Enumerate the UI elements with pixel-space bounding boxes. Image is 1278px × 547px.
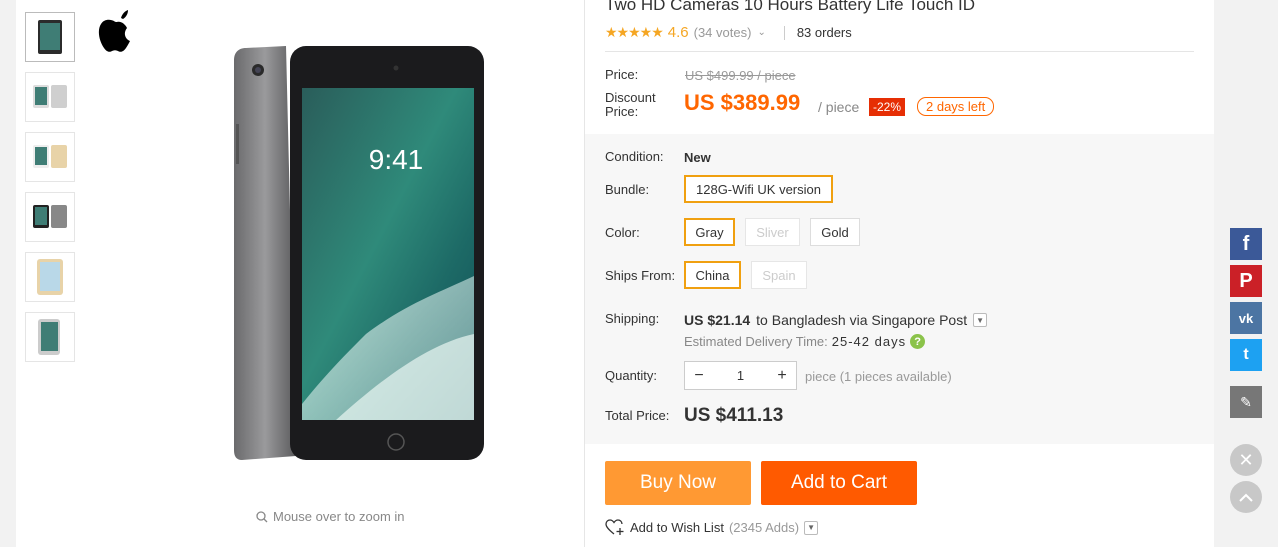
rating-row: ★★★★★ 4.6 (34 votes) ⌄ 83 orders	[605, 24, 852, 41]
discount-badge: -22%	[869, 98, 906, 116]
twitter-share-icon[interactable]: t	[1230, 339, 1262, 371]
quantity-input[interactable]: 1	[713, 368, 768, 383]
bundle-option-128g-wifi-uk[interactable]: 128G-Wifi UK version	[684, 175, 833, 203]
thumbnail-2[interactable]	[25, 72, 75, 122]
color-option-sliver[interactable]: Sliver	[745, 218, 800, 246]
product-page: 9:41 Mouse over to zoom in Two HD Camera…	[0, 0, 1278, 547]
magnifier-icon	[256, 510, 268, 522]
votes-count[interactable]: (34 votes)	[694, 25, 752, 40]
vk-share-icon[interactable]: vk	[1230, 302, 1262, 334]
chevron-down-icon[interactable]: ▼	[973, 313, 988, 327]
thumbnail-1[interactable]	[25, 12, 75, 62]
total-price-label: Total Price:	[605, 408, 670, 423]
product-main-image[interactable]: 9:41	[216, 44, 486, 469]
chevron-up-icon[interactable]	[1230, 481, 1262, 513]
heart-plus-icon[interactable]	[605, 519, 625, 536]
rating-separator	[783, 25, 785, 40]
wish-count: (2345 Adds)	[728, 520, 800, 535]
thumbnail-6[interactable]	[25, 312, 75, 362]
product-details: Two HD Cameras 10 Hours Battery Life Tou…	[585, 0, 1214, 547]
time-left-badge: 2 days left	[917, 97, 995, 116]
shipping-info: US $21.14 to Bangladesh via Singapore Po…	[684, 312, 988, 328]
shipping-label: Shipping:	[605, 311, 660, 326]
discount-price-label: Discount Price:	[605, 90, 656, 119]
shipping-destination[interactable]: to Bangladesh via Singapore Post	[756, 312, 967, 328]
add-to-cart-button[interactable]: Add to Cart	[761, 461, 917, 505]
total-price-value: US $411.13	[684, 405, 784, 426]
color-label: Color:	[605, 225, 640, 240]
thumbnail-4[interactable]	[25, 192, 75, 242]
delivery-days: 25-42 days	[831, 334, 907, 349]
pencil-icon[interactable]: ✎	[1230, 386, 1262, 418]
facebook-share-icon[interactable]: f	[1230, 228, 1262, 260]
gallery-panel: 9:41 Mouse over to zoom in	[16, 0, 584, 547]
close-icon[interactable]: ✕	[1230, 444, 1262, 476]
title-divider	[605, 51, 1194, 52]
wish-list-link[interactable]: Add to Wish List	[630, 520, 724, 535]
bundle-label: Bundle:	[605, 182, 650, 197]
buy-now-button[interactable]: Buy Now	[605, 461, 751, 505]
orders-count: 83 orders	[796, 25, 852, 40]
quantity-decrease-button[interactable]: −	[685, 362, 713, 389]
ships-from-spain[interactable]: Spain	[751, 261, 807, 289]
price-label: Price:	[605, 67, 639, 82]
delivery-label: Estimated Delivery Time:	[684, 334, 828, 349]
thumbnail-3[interactable]	[25, 132, 75, 182]
zoom-hint-text: Mouse over to zoom in	[273, 509, 405, 524]
ships-from-label: Ships From:	[605, 268, 676, 283]
chevron-down-icon[interactable]: ⌄	[757, 27, 765, 38]
delivery-estimate: Estimated Delivery Time: 25-42 days ?	[684, 334, 926, 349]
wish-list-row: Add to Wish List (2345 Adds) ▼	[605, 519, 819, 536]
pinterest-share-icon[interactable]: P	[1230, 265, 1262, 297]
star-rating-icon: ★★★★★	[605, 24, 664, 40]
svg-text:9:41: 9:41	[369, 144, 424, 175]
attributes-panel: Condition: New Bundle: 128G-Wifi UK vers…	[585, 134, 1214, 444]
thumbnail-list	[25, 12, 75, 372]
rating-value: 4.6	[667, 24, 689, 41]
ships-from-china[interactable]: China	[684, 261, 741, 289]
quantity-stepper: − 1 +	[684, 361, 797, 390]
quantity-availability: piece (1 pieces available)	[805, 369, 952, 384]
discount-price: US $389.99	[684, 90, 801, 115]
zoom-hint: Mouse over to zoom in	[256, 509, 405, 524]
condition-value: New	[684, 150, 711, 165]
quantity-increase-button[interactable]: +	[768, 362, 796, 389]
apple-logo	[94, 8, 134, 59]
shipping-cost: US $21.14	[684, 312, 751, 328]
color-option-gray[interactable]: Gray	[684, 218, 735, 246]
help-icon[interactable]: ?	[910, 334, 926, 349]
quantity-label: Quantity:	[605, 368, 658, 383]
product-title: Two HD Cameras 10 Hours Battery Life Tou…	[605, 0, 976, 14]
original-price: US $499.99 / piece	[685, 68, 796, 83]
color-option-gold[interactable]: Gold	[810, 218, 860, 246]
thumbnail-5[interactable]	[25, 252, 75, 302]
condition-label: Condition:	[605, 149, 664, 164]
per-piece-unit: / piece	[818, 99, 860, 115]
chevron-down-icon[interactable]: ▼	[804, 520, 819, 535]
